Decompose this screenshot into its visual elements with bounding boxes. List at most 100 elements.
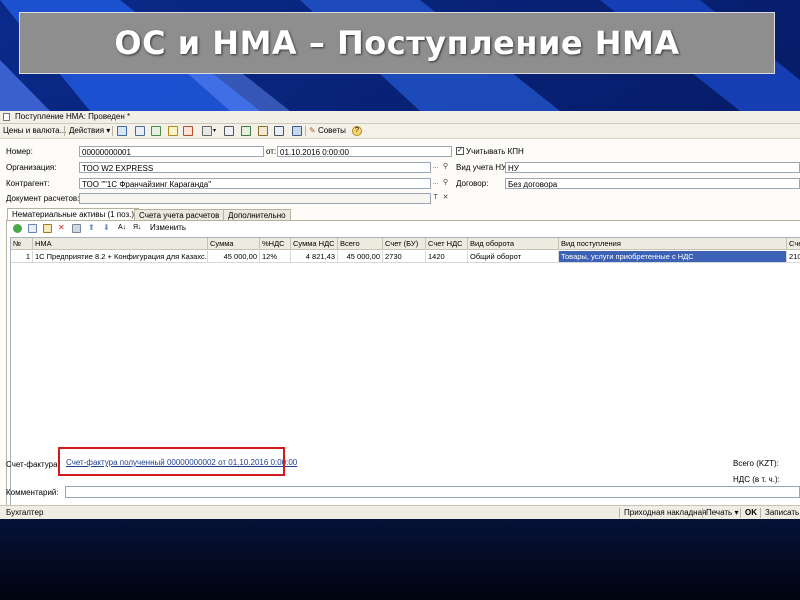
date-label: от: [266, 147, 277, 156]
column-header-total[interactable]: Всего [338, 238, 383, 250]
cell-account-extra[interactable]: 210 [787, 251, 800, 263]
print-form-icon[interactable] [274, 126, 284, 136]
report-icon[interactable] [224, 126, 234, 136]
column-header-account-bu[interactable]: Счет (БУ) [383, 238, 426, 250]
structure-dropdown-icon[interactable]: ▾ [213, 125, 216, 137]
column-header-amount[interactable]: Сумма [208, 238, 260, 250]
nu-label: Вид учета НУ: [456, 163, 509, 172]
unpost-icon[interactable] [183, 126, 193, 136]
contractor-select-button[interactable]: ... [431, 178, 440, 189]
settings-icon[interactable] [292, 126, 302, 136]
contractor-field[interactable]: ТОО ""1С Франчайзинг Караганда" [79, 178, 431, 189]
statusbar-separator [619, 508, 620, 518]
cell-asset[interactable]: 1С Предприятие 8.2 + Конфигурация для Ка… [33, 251, 208, 263]
table-toolbar: ✕ ⬆ ⬇ A↓ Я↓ Изменить [8, 223, 798, 235]
responsible-user: Бухгалтер [6, 508, 44, 517]
end-edit-icon[interactable] [72, 224, 81, 233]
receipt-invoice-button[interactable]: Приходная накладная [624, 507, 706, 519]
statusbar-separator [760, 508, 761, 518]
column-header-asset[interactable]: НМА [33, 238, 208, 250]
post-icon[interactable] [168, 126, 178, 136]
refresh-icon[interactable] [151, 126, 161, 136]
number-field[interactable]: 00000000001 [79, 146, 264, 157]
help-icon[interactable]: ? [352, 126, 362, 136]
cell-number[interactable]: 1 [11, 251, 33, 263]
actions-menu-label: Действия [69, 126, 105, 135]
statusbar-separator [740, 508, 741, 518]
document-window: Поступление НМА: Проведен * Цены и валют… [0, 111, 800, 519]
ok-button[interactable]: OK [745, 507, 757, 519]
organization-select-button[interactable]: ... [431, 162, 440, 173]
cell-receipt-type[interactable]: Товары, услуги приобретенные с НДС [559, 251, 787, 263]
movements-icon[interactable] [241, 126, 251, 136]
column-header-number[interactable]: № [11, 238, 33, 250]
column-header-turnover-type[interactable]: Вид оборота [468, 238, 559, 250]
kpn-checkbox[interactable]: ✓ [456, 147, 464, 155]
column-header-vat-rate[interactable]: %НДС [260, 238, 291, 250]
cell-total[interactable]: 45 000,00 [338, 251, 383, 263]
nu-field[interactable]: НУ [505, 162, 800, 173]
number-label: Номер: [6, 147, 33, 156]
copy-row-icon[interactable] [28, 224, 37, 233]
assets-table: № НМА Сумма %НДС Сумма НДС Всего Счет (Б… [10, 237, 800, 519]
comment-label: Комментарий: [6, 488, 59, 497]
organization-field[interactable]: ТОО W2 EXPRESS [79, 162, 431, 173]
contract-label: Договор: [456, 179, 489, 188]
actions-menu[interactable]: Действия ▾ [69, 125, 110, 137]
column-header-vat-account[interactable]: Счет НДС [426, 238, 468, 250]
settlement-doc-field[interactable] [79, 193, 431, 204]
tab-additional[interactable]: Дополнительно [223, 209, 291, 220]
structure-icon[interactable] [202, 126, 212, 136]
comment-field[interactable] [65, 486, 800, 498]
edit-button[interactable]: Изменить [150, 222, 186, 234]
toolbar-separator [64, 126, 65, 136]
window-titlebar: Поступление НМА: Проведен * [0, 111, 800, 124]
cell-vat-rate[interactable]: 12% [260, 251, 291, 263]
print-label: Печать [706, 508, 733, 517]
advice-icon: ✎ [309, 126, 316, 135]
advice-button[interactable]: ✎ Советы [309, 125, 346, 137]
contractor-label: Контрагент: [6, 179, 50, 188]
sort-ascending-icon[interactable]: A↓ [118, 222, 126, 234]
invoice-label: Счет-фактура: [6, 460, 60, 469]
column-header-receipt-type[interactable]: Вид поступления [559, 238, 787, 250]
contract-field[interactable]: Без договора [505, 178, 800, 189]
sort-descending-icon[interactable]: Я↓ [133, 222, 142, 234]
cell-vat-amount[interactable]: 4 821,43 [291, 251, 338, 263]
slide-title-banner: ОС и НМА – Поступление НМА [19, 12, 775, 74]
cell-turnover-type[interactable]: Общий оборот [468, 251, 559, 263]
column-header-vat-amount[interactable]: Сумма НДС [291, 238, 338, 250]
move-up-icon[interactable]: ⬆ [88, 222, 95, 234]
main-toolbar: Цены и валюта... Действия ▾ ▾ ✎ Советы ? [0, 124, 800, 139]
delete-row-icon[interactable]: ✕ [58, 222, 65, 234]
print-menu-button[interactable]: Печать ▾ [706, 507, 738, 519]
add-row-icon[interactable] [13, 224, 22, 233]
cell-account-bu[interactable]: 2730 [383, 251, 426, 263]
save-button[interactable]: Записать [765, 507, 799, 519]
contractor-search-icon[interactable]: ⚲ [441, 178, 450, 189]
edit-row-icon[interactable] [43, 224, 52, 233]
organization-search-icon[interactable]: ⚲ [441, 162, 450, 173]
column-header-account-extra[interactable]: Сче [787, 238, 800, 250]
kpn-label: Учитывать КПН [466, 147, 524, 156]
settlement-type-icon[interactable]: T [431, 193, 440, 204]
copy-icon[interactable] [135, 126, 145, 136]
kt-dt-icon[interactable] [258, 126, 268, 136]
date-field[interactable]: 01.10.2016 0:00:00 [277, 146, 452, 157]
window-statusbar: Бухгалтер Приходная накладная Печать ▾ O… [0, 505, 800, 519]
window-title: Поступление НМА: Проведен * [15, 112, 131, 121]
toolbar-separator [305, 126, 306, 136]
move-down-icon[interactable]: ⬇ [103, 222, 110, 234]
new-document-icon[interactable] [117, 126, 127, 136]
tab-settlement-accounts[interactable]: Счета учета расчетов [134, 209, 225, 220]
toolbar-separator [112, 126, 113, 136]
settlement-doc-label: Документ расчетов: [6, 194, 80, 203]
statusbar-separator [702, 508, 703, 518]
settlement-clear-icon[interactable]: ✕ [441, 193, 450, 204]
cell-amount[interactable]: 45 000,00 [208, 251, 260, 263]
vat-total-label: НДС (в т. ч.): [733, 475, 780, 484]
highlight-frame [58, 447, 285, 476]
cell-vat-account[interactable]: 1420 [426, 251, 468, 263]
document-icon [3, 113, 10, 121]
prices-currency-menu[interactable]: Цены и валюта... [3, 125, 66, 137]
